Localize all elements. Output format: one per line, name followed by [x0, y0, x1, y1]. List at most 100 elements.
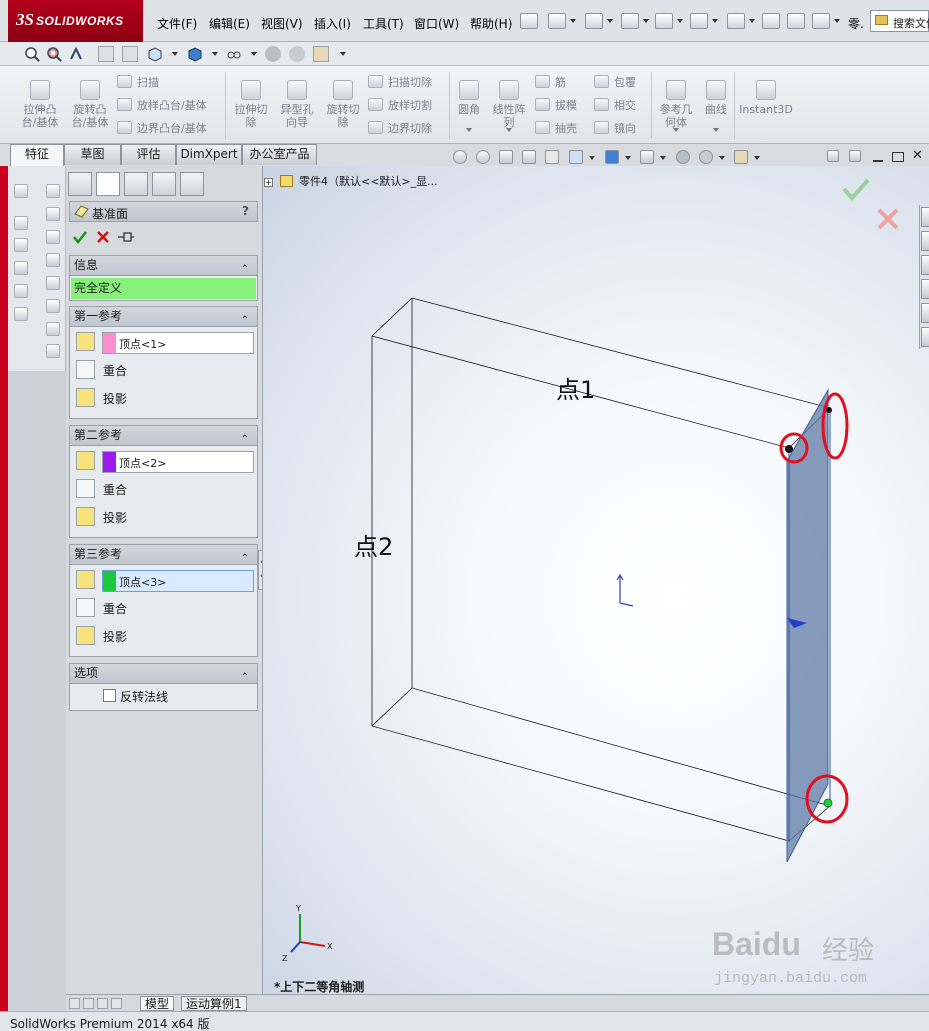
sketch-grid-icon[interactable] [46, 322, 60, 336]
ok-check-icon[interactable] [72, 229, 88, 245]
display-manager-tab-icon[interactable] [180, 172, 204, 196]
zoom-to-area-icon[interactable] [46, 46, 62, 62]
extruded-cut-button[interactable]: 拉伸切 除 [229, 80, 273, 129]
reference-geometry-button[interactable]: 参考几 何体 [654, 80, 698, 129]
tab-model[interactable]: 模型 [140, 996, 175, 1011]
hide-show-items-icon[interactable] [640, 150, 654, 164]
shell-button[interactable]: 抽壳 [535, 120, 577, 136]
view-settings-icon[interactable] [734, 150, 748, 164]
info-section-header[interactable]: 信息 ⌃ [70, 256, 257, 276]
resources-tab-icon[interactable] [921, 207, 929, 227]
previous-view-icon[interactable] [68, 46, 84, 62]
configuration-manager-tab-icon[interactable] [124, 172, 148, 196]
save-dropdown-icon[interactable] [643, 19, 649, 23]
undo-icon[interactable] [690, 13, 708, 29]
open-dropdown-icon[interactable] [607, 19, 613, 23]
fillet-button[interactable]: 圆角 [452, 80, 486, 116]
view-orientation-icon[interactable] [569, 150, 583, 164]
menu-view[interactable]: 视图(V) [261, 15, 303, 32]
keep-visible-pin-icon[interactable] [117, 230, 135, 244]
view-orientation-dropdown-icon[interactable] [589, 156, 595, 160]
menu-insert[interactable]: 插入(I) [314, 15, 351, 32]
collapse-chevron-icon[interactable]: ⌃ [241, 668, 249, 687]
sketch-edit-icon[interactable] [46, 207, 60, 221]
search-files-box[interactable]: 搜索文件 [870, 10, 929, 32]
design-library-tab-icon[interactable] [921, 231, 929, 251]
edit-appearance-icon[interactable] [676, 150, 690, 164]
minimize-icon[interactable] [873, 160, 883, 162]
loft-feature-icon[interactable] [14, 261, 28, 275]
coincident-option[interactable]: 重合 [70, 355, 257, 383]
custom-properties-tab-icon[interactable] [921, 327, 929, 347]
first-tab-arrow-icon[interactable] [69, 998, 80, 1009]
tab-features[interactable]: 特征 [10, 144, 64, 166]
save-icon[interactable] [621, 13, 639, 29]
first-reference-header[interactable]: 第一参考 ⌃ [70, 307, 257, 327]
second-reference-header[interactable]: 第二参考 ⌃ [70, 426, 257, 446]
sweep-feature-icon[interactable] [14, 238, 28, 252]
intersect-button[interactable]: 相交 [594, 97, 636, 113]
curves-button[interactable]: 曲线 [700, 80, 732, 116]
sketch-image-icon[interactable] [46, 253, 60, 267]
dynamic-annotation-icon[interactable] [545, 150, 559, 164]
third-reference-header[interactable]: 第三参考 ⌃ [70, 545, 257, 565]
boundary-feature-icon[interactable] [14, 284, 28, 298]
linear-pattern-button[interactable]: 线性阵 列 [488, 80, 530, 129]
collapse-chevron-icon[interactable]: ⌃ [241, 260, 249, 279]
coincident-option[interactable]: 重合 [70, 474, 257, 502]
file-properties-icon[interactable] [787, 13, 805, 29]
extrude-feature-icon[interactable] [14, 184, 28, 198]
pin-icon[interactable] [520, 13, 538, 29]
revolved-boss-button[interactable]: 旋转凸 台/基体 [66, 80, 114, 129]
solidworks-logo[interactable]: 3S SOLIDWORKS [8, 0, 143, 42]
revolve-feature-icon[interactable] [14, 216, 28, 230]
print-dropdown-icon[interactable] [677, 19, 683, 23]
edit-appearance-icon[interactable] [265, 46, 281, 62]
hide-show-dropdown-icon[interactable] [251, 52, 257, 56]
display-style-icon[interactable] [187, 46, 203, 62]
tab-sketch[interactable]: 草图 [64, 144, 121, 165]
dynamic-annotation-icon[interactable] [122, 46, 138, 62]
view-settings-dropdown-icon[interactable] [340, 52, 346, 56]
zoom-to-fit-icon[interactable] [24, 46, 40, 62]
coincident-option[interactable]: 重合 [70, 593, 257, 621]
view-palette-tab-icon[interactable] [921, 279, 929, 299]
coil-feature-icon[interactable] [14, 307, 28, 321]
draft-button[interactable]: 拔模 [535, 97, 577, 113]
flip-normal-checkbox[interactable] [103, 689, 116, 702]
open-icon[interactable] [585, 13, 603, 29]
next-tab-arrow-icon[interactable] [97, 998, 108, 1009]
swept-cut-button[interactable]: 扫描切除 [368, 74, 432, 90]
boundary-boss-button[interactable]: 边界凸台/基体 [117, 120, 207, 136]
section-view-icon[interactable] [522, 150, 536, 164]
previous-view-icon[interactable] [499, 150, 513, 164]
lofted-cut-button[interactable]: 放样切割 [368, 97, 432, 113]
close-icon[interactable]: ✕ [912, 148, 923, 163]
project-option[interactable]: 投影 [70, 502, 257, 530]
menu-help[interactable]: 帮助(H) [470, 15, 512, 32]
third-reference-field[interactable]: 顶点<3> [102, 570, 254, 592]
mirror-button[interactable]: 镜向 [594, 120, 636, 136]
feature-manager-tab-icon[interactable] [68, 172, 92, 196]
last-tab-arrow-icon[interactable] [111, 998, 122, 1009]
apply-scene-icon[interactable] [699, 150, 713, 164]
menu-file[interactable]: 文件(F) [157, 15, 197, 32]
extruded-boss-button[interactable]: 拉伸凸 台/基体 [16, 80, 64, 129]
menu-tools[interactable]: 工具(T) [363, 15, 404, 32]
sketch-link-icon[interactable] [46, 344, 60, 358]
second-reference-field[interactable]: 顶点<2> [102, 451, 254, 473]
appearances-tab-icon[interactable] [921, 303, 929, 323]
vertex-point3[interactable] [826, 407, 832, 413]
dimxpert-manager-tab-icon[interactable] [152, 172, 176, 196]
section-view-icon[interactable] [98, 46, 114, 62]
split-vertical-icon[interactable] [849, 150, 861, 162]
sketch-annotation-icon[interactable] [46, 276, 60, 290]
file-explorer-tab-icon[interactable] [921, 255, 929, 275]
zoom-to-area-icon[interactable] [476, 150, 490, 164]
boundary-cut-button[interactable]: 边界切除 [368, 120, 432, 136]
project-option[interactable]: 投影 [70, 621, 257, 649]
options-dropdown-icon[interactable] [834, 19, 840, 23]
view-orientation-dropdown-icon[interactable] [172, 52, 178, 56]
split-horizontal-icon[interactable] [827, 150, 839, 162]
new-document-icon[interactable] [548, 13, 566, 29]
